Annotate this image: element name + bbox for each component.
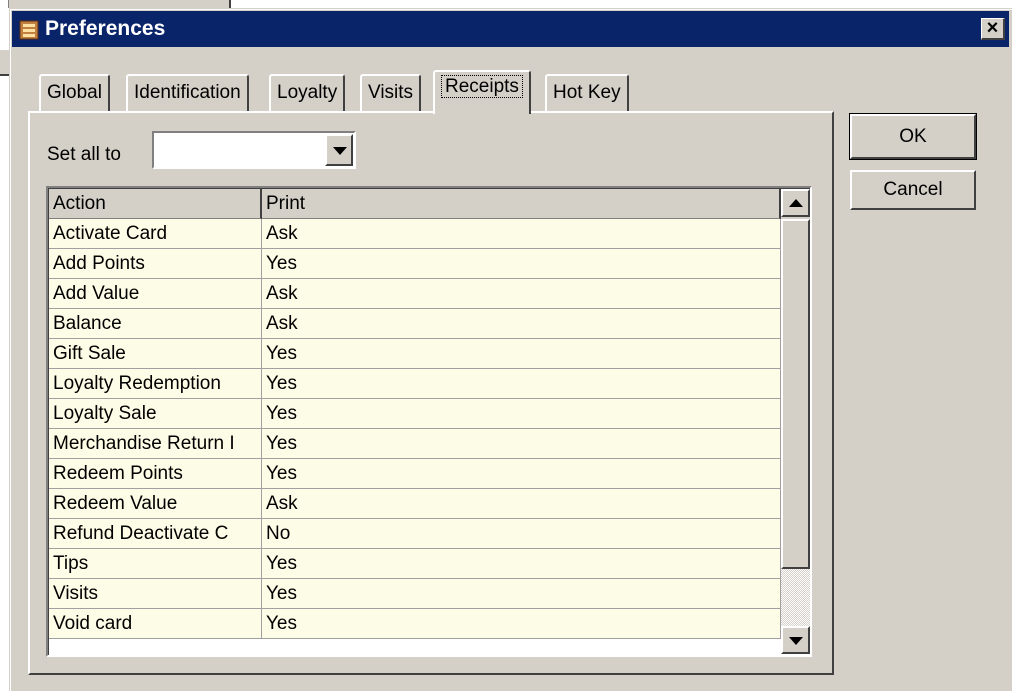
action-cell: Redeem Value (49, 489, 262, 519)
print-cell[interactable]: Yes (262, 339, 781, 369)
tab-hot-key[interactable]: Hot Key (545, 74, 629, 112)
action-cell: Loyalty Redemption (49, 369, 262, 399)
table-row[interactable]: Visits Yes (49, 579, 781, 609)
scroll-up-button[interactable] (781, 189, 810, 217)
action-cell: Gift Sale (49, 339, 262, 369)
receipts-grid[interactable]: Action Print Activate Card Ask Add Points… (46, 186, 812, 657)
action-cell: Activate Card (49, 219, 262, 249)
print-cell[interactable]: Ask (262, 279, 781, 309)
action-cell: Add Points (49, 249, 262, 279)
tab-identification[interactable]: Identification (126, 74, 249, 112)
scroll-down-button[interactable] (781, 626, 810, 654)
chevron-down-icon (333, 147, 347, 155)
print-cell[interactable]: Yes (262, 609, 781, 639)
table-row[interactable]: Redeem Points Yes (49, 459, 781, 489)
tab-receipts[interactable]: Receipts (433, 70, 531, 114)
table-row[interactable]: Merchandise Return I Yes (49, 429, 781, 459)
action-cell: Merchandise Return I (49, 429, 262, 459)
print-cell[interactable]: Yes (262, 369, 781, 399)
close-button[interactable]: × (981, 18, 1005, 40)
action-cell: Visits (49, 579, 262, 609)
table-row[interactable]: Redeem Value Ask (49, 489, 781, 519)
table-row[interactable]: Balance Ask (49, 309, 781, 339)
print-cell[interactable]: Ask (262, 309, 781, 339)
print-cell[interactable]: Yes (262, 249, 781, 279)
tab-visits[interactable]: Visits (360, 74, 422, 112)
action-cell: Redeem Points (49, 459, 262, 489)
table-row[interactable]: Add Value Ask (49, 279, 781, 309)
print-cell[interactable]: Yes (262, 579, 781, 609)
dropdown-arrow-button[interactable] (325, 134, 353, 166)
action-cell: Tips (49, 549, 262, 579)
title-bar[interactable]: Preferences × (12, 11, 1009, 47)
column-header-print[interactable]: Print (262, 189, 781, 219)
print-cell[interactable]: Yes (262, 429, 781, 459)
window-title: Preferences (45, 17, 166, 40)
column-header-action[interactable]: Action (49, 189, 262, 219)
scroll-thumb[interactable] (781, 219, 810, 569)
print-cell[interactable]: No (262, 519, 781, 549)
table-row[interactable]: Gift Sale Yes (49, 339, 781, 369)
table-row[interactable]: Refund Deactivate C No (49, 519, 781, 549)
arrow-up-icon (789, 199, 803, 207)
ok-button[interactable]: OK (849, 113, 977, 160)
action-cell: Balance (49, 309, 262, 339)
tab-global[interactable]: Global (39, 74, 110, 112)
table-row[interactable]: Add Points Yes (49, 249, 781, 279)
table-row[interactable]: Loyalty Redemption Yes (49, 369, 781, 399)
set-all-dropdown[interactable] (152, 131, 356, 169)
table-row[interactable]: Void card Yes (49, 609, 781, 639)
app-icon (19, 20, 39, 40)
print-cell[interactable]: Ask (262, 219, 781, 249)
vertical-scrollbar[interactable] (781, 189, 810, 654)
tab-loyalty[interactable]: Loyalty (269, 74, 346, 112)
action-cell: Add Value (49, 279, 262, 309)
print-cell[interactable]: Yes (262, 549, 781, 579)
table-row[interactable]: Loyalty Sale Yes (49, 399, 781, 429)
print-cell[interactable]: Ask (262, 489, 781, 519)
scroll-track[interactable] (781, 569, 810, 626)
cancel-button[interactable]: Cancel (850, 170, 976, 210)
print-cell[interactable]: Yes (262, 399, 781, 429)
set-all-label: Set all to (47, 144, 121, 165)
action-cell: Void card (49, 609, 262, 639)
table-row[interactable]: Activate Card Ask (49, 219, 781, 249)
arrow-down-icon (789, 637, 803, 645)
background-window-fragment (8, 0, 231, 8)
print-cell[interactable]: Yes (262, 459, 781, 489)
action-cell: Loyalty Sale (49, 399, 262, 429)
action-cell: Refund Deactivate C (49, 519, 262, 549)
table-row[interactable]: Tips Yes (49, 549, 781, 579)
